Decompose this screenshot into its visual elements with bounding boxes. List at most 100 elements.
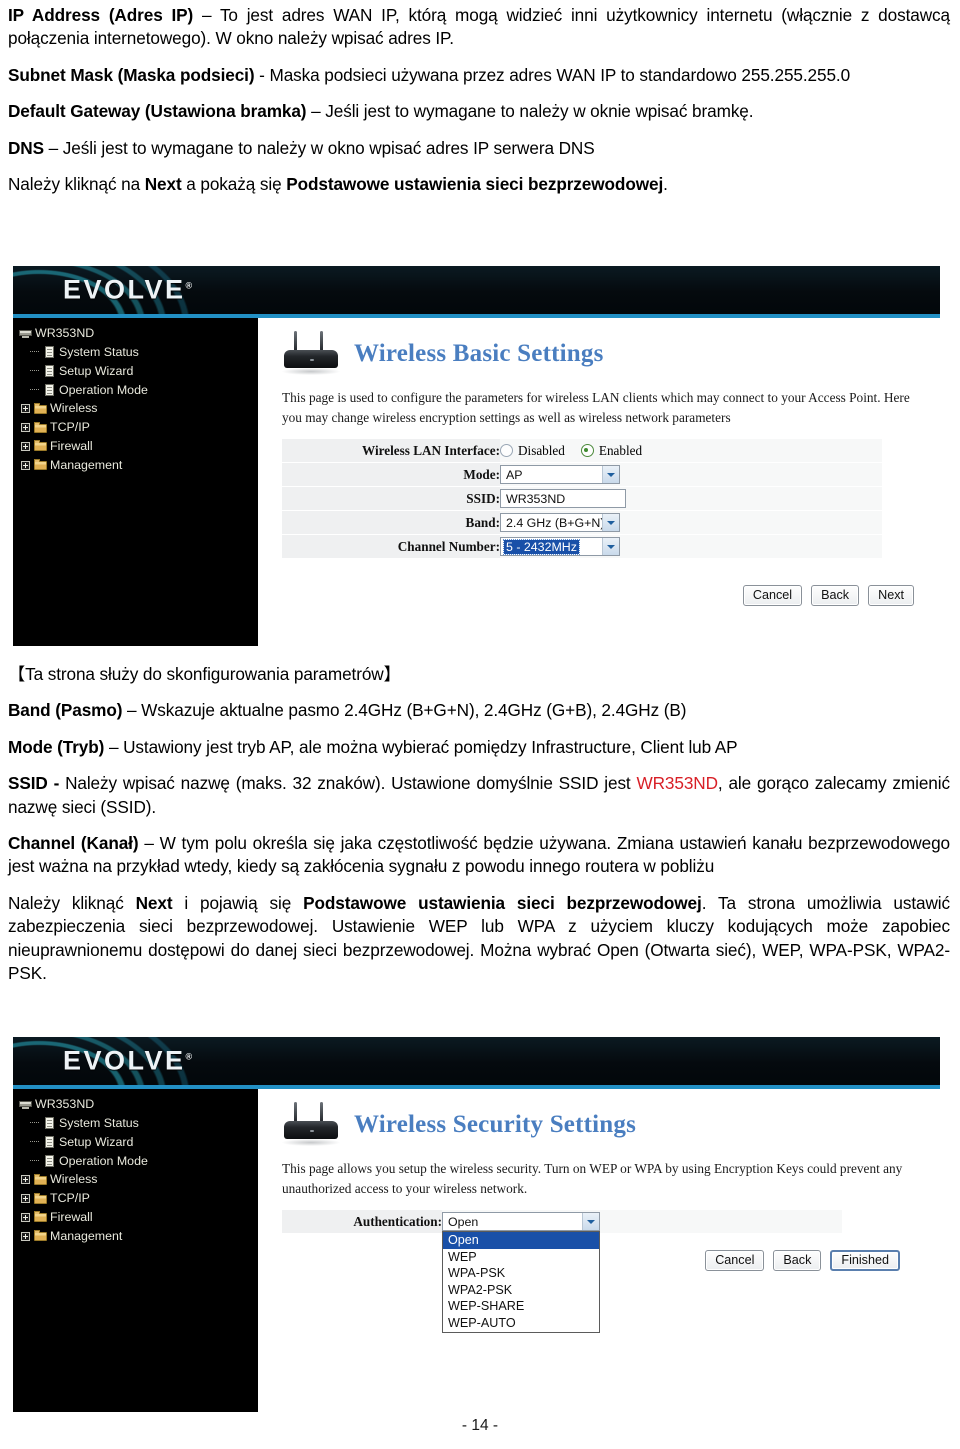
sidebar-item-tcpip[interactable]: TCP/IP <box>21 418 258 437</box>
cancel-button[interactable]: Cancel <box>742 585 803 607</box>
sidebar-item-setup-wizard[interactable]: Setup Wizard <box>30 1133 258 1152</box>
evolve-logo: EVOLVE® <box>63 274 193 305</box>
sidebar-item-setup-wizard[interactable]: Setup Wizard <box>30 362 258 381</box>
router-admin-screenshot-security: EVOLVE® WR353ND System Status Setup Wiza… <box>13 1037 940 1412</box>
sidebar-item-system-status[interactable]: System Status <box>30 1114 258 1133</box>
folder-icon <box>34 1192 47 1205</box>
authentication-dropdown-list[interactable]: Open WEP WPA-PSK WPA2-PSK WEP-SHARE WEP-… <box>442 1231 600 1334</box>
sidebar-item-firewall[interactable]: Firewall <box>21 437 258 456</box>
wizard-button-row-security: Cancel Back Finished <box>280 1250 940 1272</box>
evolve-banner: EVOLVE® <box>13 1037 940 1089</box>
next-button[interactable]: Next <box>868 585 914 607</box>
p-bracket-note: 【Ta strona służy do skonfigurowania para… <box>8 664 401 684</box>
sidebar-item-tcpip[interactable]: TCP/IP <box>21 1189 258 1208</box>
sidebar-item-management[interactable]: Management <box>21 456 258 475</box>
page-title: Wireless Security Settings <box>354 1111 637 1138</box>
channel-number-select[interactable]: 5 - 2432MHz <box>500 537 620 557</box>
evolve-logo: EVOLVE® <box>63 1045 193 1076</box>
tree-connector <box>30 370 39 372</box>
device-icon <box>19 327 32 339</box>
sidebar-item-label: Operation Mode <box>59 1153 148 1168</box>
back-button[interactable]: Back <box>773 1250 822 1272</box>
router-content-basic: Wireless Basic Settings This page is use… <box>258 318 940 646</box>
value-channel-number: 5 - 2432MHz <box>500 534 882 560</box>
chevron-down-icon[interactable] <box>582 1213 599 1231</box>
expand-plus-icon[interactable] <box>21 460 30 470</box>
p-subnet-mask: Subnet Mask (Maska podsieci) - Maska pod… <box>8 64 851 85</box>
page-description: This page allows you setup the wireless … <box>282 1161 903 1196</box>
folder-icon <box>34 421 47 434</box>
sidebar-item-system-status[interactable]: System Status <box>30 343 258 362</box>
band-select-value: 2.4 GHz (B+G+N) <box>506 515 602 530</box>
expand-plus-icon[interactable] <box>21 404 30 414</box>
folder-icon <box>34 1211 47 1223</box>
p-default-gateway: Default Gateway (Ustawiona bramka) – Jeś… <box>8 101 754 122</box>
finished-button[interactable]: Finished <box>830 1250 900 1272</box>
channel-number-select-value: 5 - 2432MHz <box>503 538 580 555</box>
dropdown-option-wpa2-psk[interactable]: WPA2-PSK <box>443 1282 599 1299</box>
sidebar-item-operation-mode[interactable]: Operation Mode <box>30 1152 258 1171</box>
mode-select[interactable]: AP <box>500 465 620 485</box>
sidebar-item-label: Firewall <box>50 439 93 454</box>
router-device-icon <box>280 330 342 378</box>
dropdown-option-wep[interactable]: WEP <box>443 1249 599 1266</box>
chevron-down-icon[interactable] <box>602 514 619 532</box>
sidebar-item-label: System Status <box>59 1115 139 1130</box>
tree-connector <box>30 388 39 391</box>
sidebar-item-wireless[interactable]: Wireless <box>21 399 258 418</box>
page-description: This page is used to configure the param… <box>282 390 910 425</box>
p-ssid: SSID - Należy wpisać nazwę (maks. 32 zna… <box>8 773 950 817</box>
folder-icon <box>34 440 47 452</box>
value-band: 2.4 GHz (B+G+N) <box>500 510 882 536</box>
tree-connector <box>30 1122 39 1124</box>
page-title: Wireless Basic Settings <box>354 340 604 367</box>
sidebar-item-wireless[interactable]: Wireless <box>21 1170 258 1189</box>
expand-plus-icon[interactable] <box>21 1212 30 1222</box>
label-ssid: SSID: <box>282 486 500 512</box>
sidebar-item-label: Setup Wizard <box>59 363 134 378</box>
value-wireless-lan-interface: Disabled Enabled <box>500 439 882 464</box>
expand-plus-icon[interactable] <box>21 1231 30 1241</box>
router-nav-tree-basic[interactable]: WR353ND System Status Setup Wizard Opera… <box>13 318 258 646</box>
radio-enabled[interactable] <box>580 444 594 458</box>
radio-disabled[interactable] <box>500 444 513 458</box>
sidebar-item-operation-mode[interactable]: Operation Mode <box>30 381 258 400</box>
sidebar-item-label: TCP/IP <box>50 420 90 435</box>
expand-plus-icon[interactable] <box>21 441 30 451</box>
sidebar-item-firewall[interactable]: Firewall <box>21 1208 258 1227</box>
router-nav-tree-security[interactable]: WR353ND System Status Setup Wizard Opera… <box>13 1089 258 1412</box>
dropdown-option-wep-auto[interactable]: WEP-AUTO <box>443 1315 599 1332</box>
expand-plus-icon[interactable] <box>21 1175 30 1185</box>
page-icon <box>43 1154 56 1167</box>
tree-connector <box>30 1141 39 1143</box>
label-mode: Mode: <box>282 462 500 488</box>
sidebar-item-label: Operation Mode <box>59 382 148 397</box>
tree-connector <box>30 351 39 353</box>
band-select[interactable]: 2.4 GHz (B+G+N) <box>500 513 620 533</box>
label-channel-number: Channel Number: <box>282 534 500 560</box>
chevron-down-icon[interactable] <box>602 538 619 556</box>
table-row-ssid: SSID: WR353ND <box>282 486 882 512</box>
dropdown-option-wpa-psk[interactable]: WPA-PSK <box>443 1265 599 1282</box>
page-icon <box>43 1136 56 1149</box>
sidebar-item-label: Management <box>50 1228 123 1243</box>
back-button[interactable]: Back <box>811 585 860 607</box>
sidebar-item-management[interactable]: Management <box>21 1227 258 1246</box>
tree-root-wr353nd[interactable]: WR353ND <box>19 1095 258 1114</box>
chevron-down-icon[interactable] <box>602 466 619 484</box>
radio-enabled-label: Enabled <box>598 442 643 458</box>
sidebar-item-label: Setup Wizard <box>59 1134 134 1149</box>
mode-select-value: AP <box>506 467 523 482</box>
dropdown-option-open[interactable]: Open <box>443 1232 599 1249</box>
authentication-select[interactable]: Open <box>442 1212 600 1232</box>
ssid-input[interactable]: WR353ND <box>500 489 626 509</box>
tree-root-wr353nd[interactable]: WR353ND <box>19 324 258 343</box>
expand-plus-icon[interactable] <box>21 1194 30 1204</box>
sidebar-item-label: Wireless <box>50 401 98 416</box>
expand-plus-icon[interactable] <box>21 423 30 433</box>
cancel-button[interactable]: Cancel <box>705 1250 765 1272</box>
dropdown-option-wep-share[interactable]: WEP-SHARE <box>443 1298 599 1315</box>
tree-root-label: WR353ND <box>35 326 95 340</box>
tree-connector <box>30 1159 39 1162</box>
sidebar-item-label: TCP/IP <box>50 1191 90 1206</box>
